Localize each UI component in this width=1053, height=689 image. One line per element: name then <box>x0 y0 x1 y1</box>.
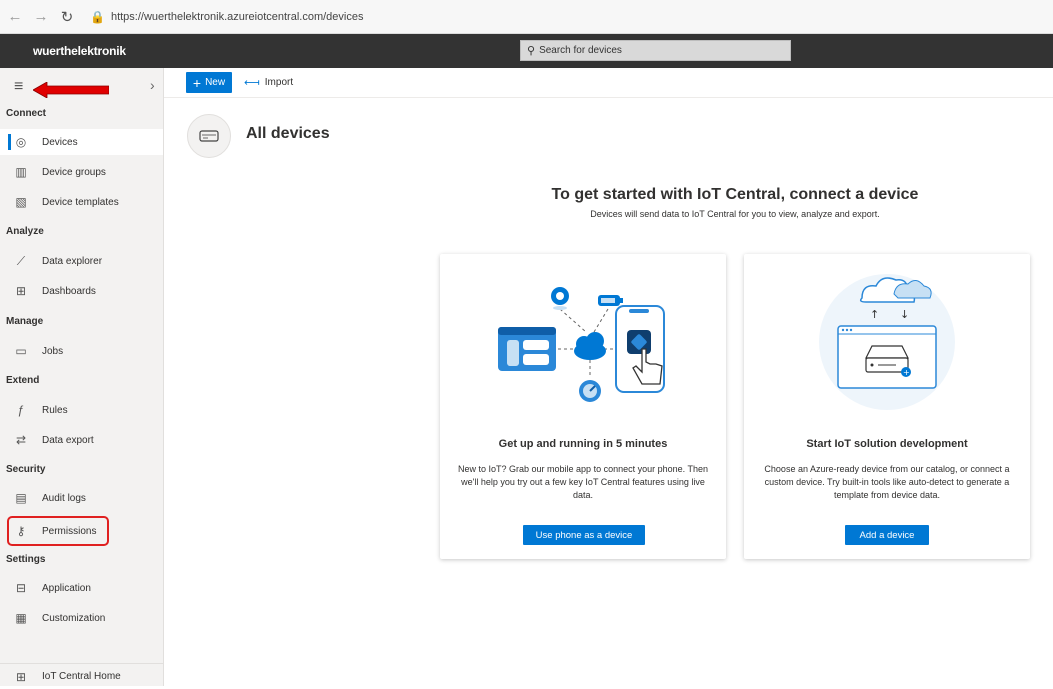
application-icon: ⊟ <box>15 581 27 595</box>
jobs-icon: ▭ <box>15 344 27 358</box>
sidebar-item-dashboards[interactable]: ⊞ Dashboards <box>0 278 163 304</box>
sidebar-item-label: Jobs <box>42 345 64 357</box>
page-title: All devices <box>246 125 330 142</box>
export-icon: ⇄ <box>15 433 27 447</box>
plus-icon: + <box>192 74 202 91</box>
sidebar-item-label: Data export <box>42 434 94 446</box>
new-button-label: New <box>205 77 226 88</box>
collapse-chevron-icon[interactable]: › <box>150 77 155 93</box>
sidebar: ≡ › Connect ◎ Devices ▥ Device groups ▧ … <box>0 68 164 686</box>
sidebar-item-label: Devices <box>42 136 78 148</box>
sidebar-item-label: Customization <box>42 612 106 624</box>
add-device-button[interactable]: Add a device <box>845 525 929 545</box>
home-grid-icon: ⊞ <box>15 669 27 684</box>
sidebar-item-label: Application <box>42 582 91 594</box>
lock-icon: 🔒 <box>90 9 105 24</box>
back-icon[interactable]: ← <box>4 8 26 25</box>
sidebar-item-iot-central-home[interactable]: ⊞ IoT Central Home <box>0 663 163 689</box>
sidebar-item-device-groups[interactable]: ▥ Device groups <box>0 159 163 185</box>
card-phone-device: Get up and running in 5 minutes New to I… <box>440 254 726 559</box>
svg-text:↓: ↓ <box>900 308 909 321</box>
section-security: Security <box>6 464 46 475</box>
address-bar[interactable]: https://wuerthelektronik.azureiotcentral… <box>111 11 364 23</box>
import-button-label: Import <box>264 77 294 88</box>
search-icon: ⚲ <box>527 45 536 57</box>
search-placeholder: Search for devices <box>539 45 622 56</box>
device-groups-icon: ▥ <box>15 165 27 179</box>
audit-icon: ▤ <box>15 491 27 505</box>
section-connect: Connect <box>6 108 46 119</box>
svg-text:+: + <box>903 368 910 377</box>
section-settings: Settings <box>6 554 46 565</box>
sidebar-item-application[interactable]: ⊟ Application <box>0 575 163 601</box>
reload-icon[interactable]: ↻ <box>56 8 78 26</box>
browser-toolbar: ← → ↻ 🔒 https://wuerthelektronik.azureio… <box>0 0 1053 34</box>
use-phone-as-device-button[interactable]: Use phone as a device <box>523 525 645 545</box>
dashboard-icon: ⊞ <box>15 284 27 298</box>
section-manage: Manage <box>6 316 44 327</box>
rules-icon: ƒ <box>17 403 25 417</box>
search-input[interactable]: ⚲ Search for devices <box>520 40 791 61</box>
empty-state-heading: To get started with IoT Central, connect… <box>551 186 919 203</box>
empty-state-subheading: Devices will send data to IoT Central fo… <box>590 209 880 219</box>
sidebar-item-data-explorer[interactable]: ⟋ Data explorer <box>0 248 163 274</box>
sidebar-item-label: Dashboards <box>42 285 96 297</box>
sidebar-item-label: Data explorer <box>42 255 103 267</box>
import-arrow-icon: ⟻ <box>244 77 260 89</box>
phone-device-illustration-icon <box>498 287 665 402</box>
sidebar-item-devices[interactable]: ◎ Devices <box>0 129 163 155</box>
section-extend: Extend <box>6 375 40 386</box>
customization-icon: ▦ <box>15 611 27 625</box>
sidebar-item-label: Rules <box>42 404 68 416</box>
device-page-icon <box>187 114 231 158</box>
app-header: wuerthelektronik ⚲ Search for devices <box>0 34 1053 68</box>
sidebar-item-label: IoT Central Home <box>42 671 121 682</box>
device-templates-icon: ▧ <box>15 195 27 209</box>
sidebar-item-label: Device groups <box>42 166 106 178</box>
card-title: Get up and running in 5 minutes <box>498 438 668 450</box>
sidebar-item-device-templates[interactable]: ▧ Device templates <box>0 189 163 215</box>
sidebar-item-audit-logs[interactable]: ▤ Audit logs <box>0 485 163 511</box>
permissions-highlight-annotation <box>7 516 109 546</box>
sidebar-item-customization[interactable]: ▦ Customization <box>0 605 163 631</box>
hamburger-menu-icon[interactable]: ≡ <box>14 78 23 96</box>
svg-text:↑: ↑ <box>870 308 879 321</box>
red-arrow-annotation-icon <box>33 82 109 98</box>
command-bar: + New ⟻ Import <box>164 68 1053 98</box>
card-description: Choose an Azure-ready device from our ca… <box>764 464 1010 500</box>
card-add-device: ↑ ↓ + Start IoT solution development Cho… <box>744 254 1030 559</box>
new-button[interactable]: + New <box>186 72 232 93</box>
sidebar-item-label: Device templates <box>42 196 119 208</box>
brand-name[interactable]: wuerthelektronik <box>33 44 126 58</box>
add-device-illustration-icon: ↑ ↓ + <box>819 274 955 410</box>
devices-icon: ◎ <box>15 135 27 149</box>
sidebar-item-jobs[interactable]: ▭ Jobs <box>0 338 163 364</box>
card-title: Start IoT solution development <box>806 438 968 450</box>
forward-icon[interactable]: → <box>30 8 52 25</box>
card-description: New to IoT? Grab our mobile app to conne… <box>458 464 708 500</box>
sidebar-item-data-export[interactable]: ⇄ Data export <box>0 427 163 453</box>
sidebar-item-rules[interactable]: ƒ Rules <box>0 397 163 423</box>
import-button[interactable]: ⟻ Import <box>244 76 293 89</box>
sidebar-item-label: Audit logs <box>42 492 86 504</box>
chart-icon: ⟋ <box>16 253 26 268</box>
section-analyze: Analyze <box>6 226 44 237</box>
